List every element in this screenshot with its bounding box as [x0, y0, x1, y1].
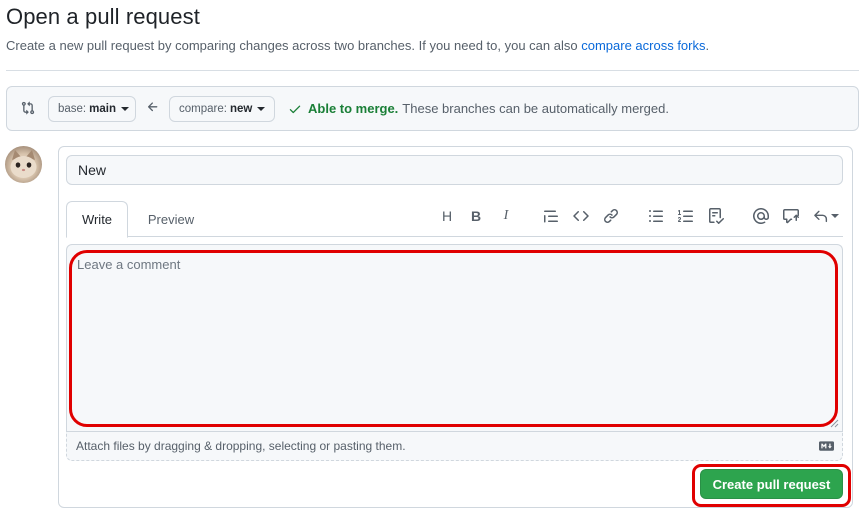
base-branch-prefix: base:: [58, 103, 87, 115]
mention-icon[interactable]: [752, 207, 770, 225]
reference-icon[interactable]: [782, 207, 800, 225]
pr-title-input[interactable]: [66, 155, 843, 185]
comment-area: [66, 244, 843, 431]
unordered-list-icon[interactable]: [647, 207, 665, 225]
comment-textarea[interactable]: [67, 245, 842, 431]
merge-status: Able to merge. These branches can be aut…: [288, 101, 669, 116]
attach-hint-text: Attach files by dragging & dropping, sel…: [76, 439, 406, 453]
page-title: Open a pull request: [6, 4, 200, 29]
tab-preview[interactable]: Preview: [138, 201, 204, 237]
ordered-list-icon[interactable]: [677, 207, 695, 225]
compare-forks-link[interactable]: compare across forks: [581, 38, 705, 53]
reply-dropdown-icon[interactable]: [812, 207, 840, 225]
base-branch-button[interactable]: base: main: [48, 96, 136, 122]
heading-icon[interactable]: H: [438, 207, 456, 225]
link-icon[interactable]: [602, 207, 620, 225]
tab-write[interactable]: Write: [66, 201, 128, 238]
page-subtitle: Create a new pull request by comparing c…: [6, 38, 709, 53]
resize-grip-icon[interactable]: [830, 419, 839, 428]
italic-icon[interactable]: I: [497, 207, 515, 225]
arrow-left-icon: [147, 102, 158, 112]
compare-branch-prefix: compare:: [179, 103, 227, 115]
base-branch-value: main: [89, 103, 116, 115]
caret-down-icon: [831, 214, 839, 218]
quote-icon[interactable]: [542, 207, 560, 225]
check-icon: [289, 105, 301, 113]
markdown-icon[interactable]: [819, 441, 834, 451]
task-list-icon[interactable]: [707, 207, 725, 225]
git-compare-icon: [21, 101, 35, 115]
merge-ok-text: Able to merge.: [308, 101, 399, 116]
avatar[interactable]: [5, 146, 42, 183]
subtitle-text: Create a new pull request by comparing c…: [6, 38, 578, 53]
compare-branch-button[interactable]: compare: new: [169, 96, 275, 122]
create-pull-request-button[interactable]: Create pull request: [700, 469, 843, 499]
caret-down-icon: [120, 107, 129, 111]
merge-detail-text: These branches can be automatically merg…: [402, 101, 669, 116]
compare-branch-value: new: [229, 103, 253, 115]
header-divider: [6, 70, 859, 71]
attach-files-bar[interactable]: Attach files by dragging & dropping, sel…: [66, 431, 843, 461]
caret-down-icon: [257, 107, 266, 111]
cat-avatar-image: [10, 150, 37, 178]
subtitle-end: .: [705, 38, 710, 53]
code-icon[interactable]: [572, 207, 590, 225]
bold-icon[interactable]: B: [467, 207, 485, 225]
